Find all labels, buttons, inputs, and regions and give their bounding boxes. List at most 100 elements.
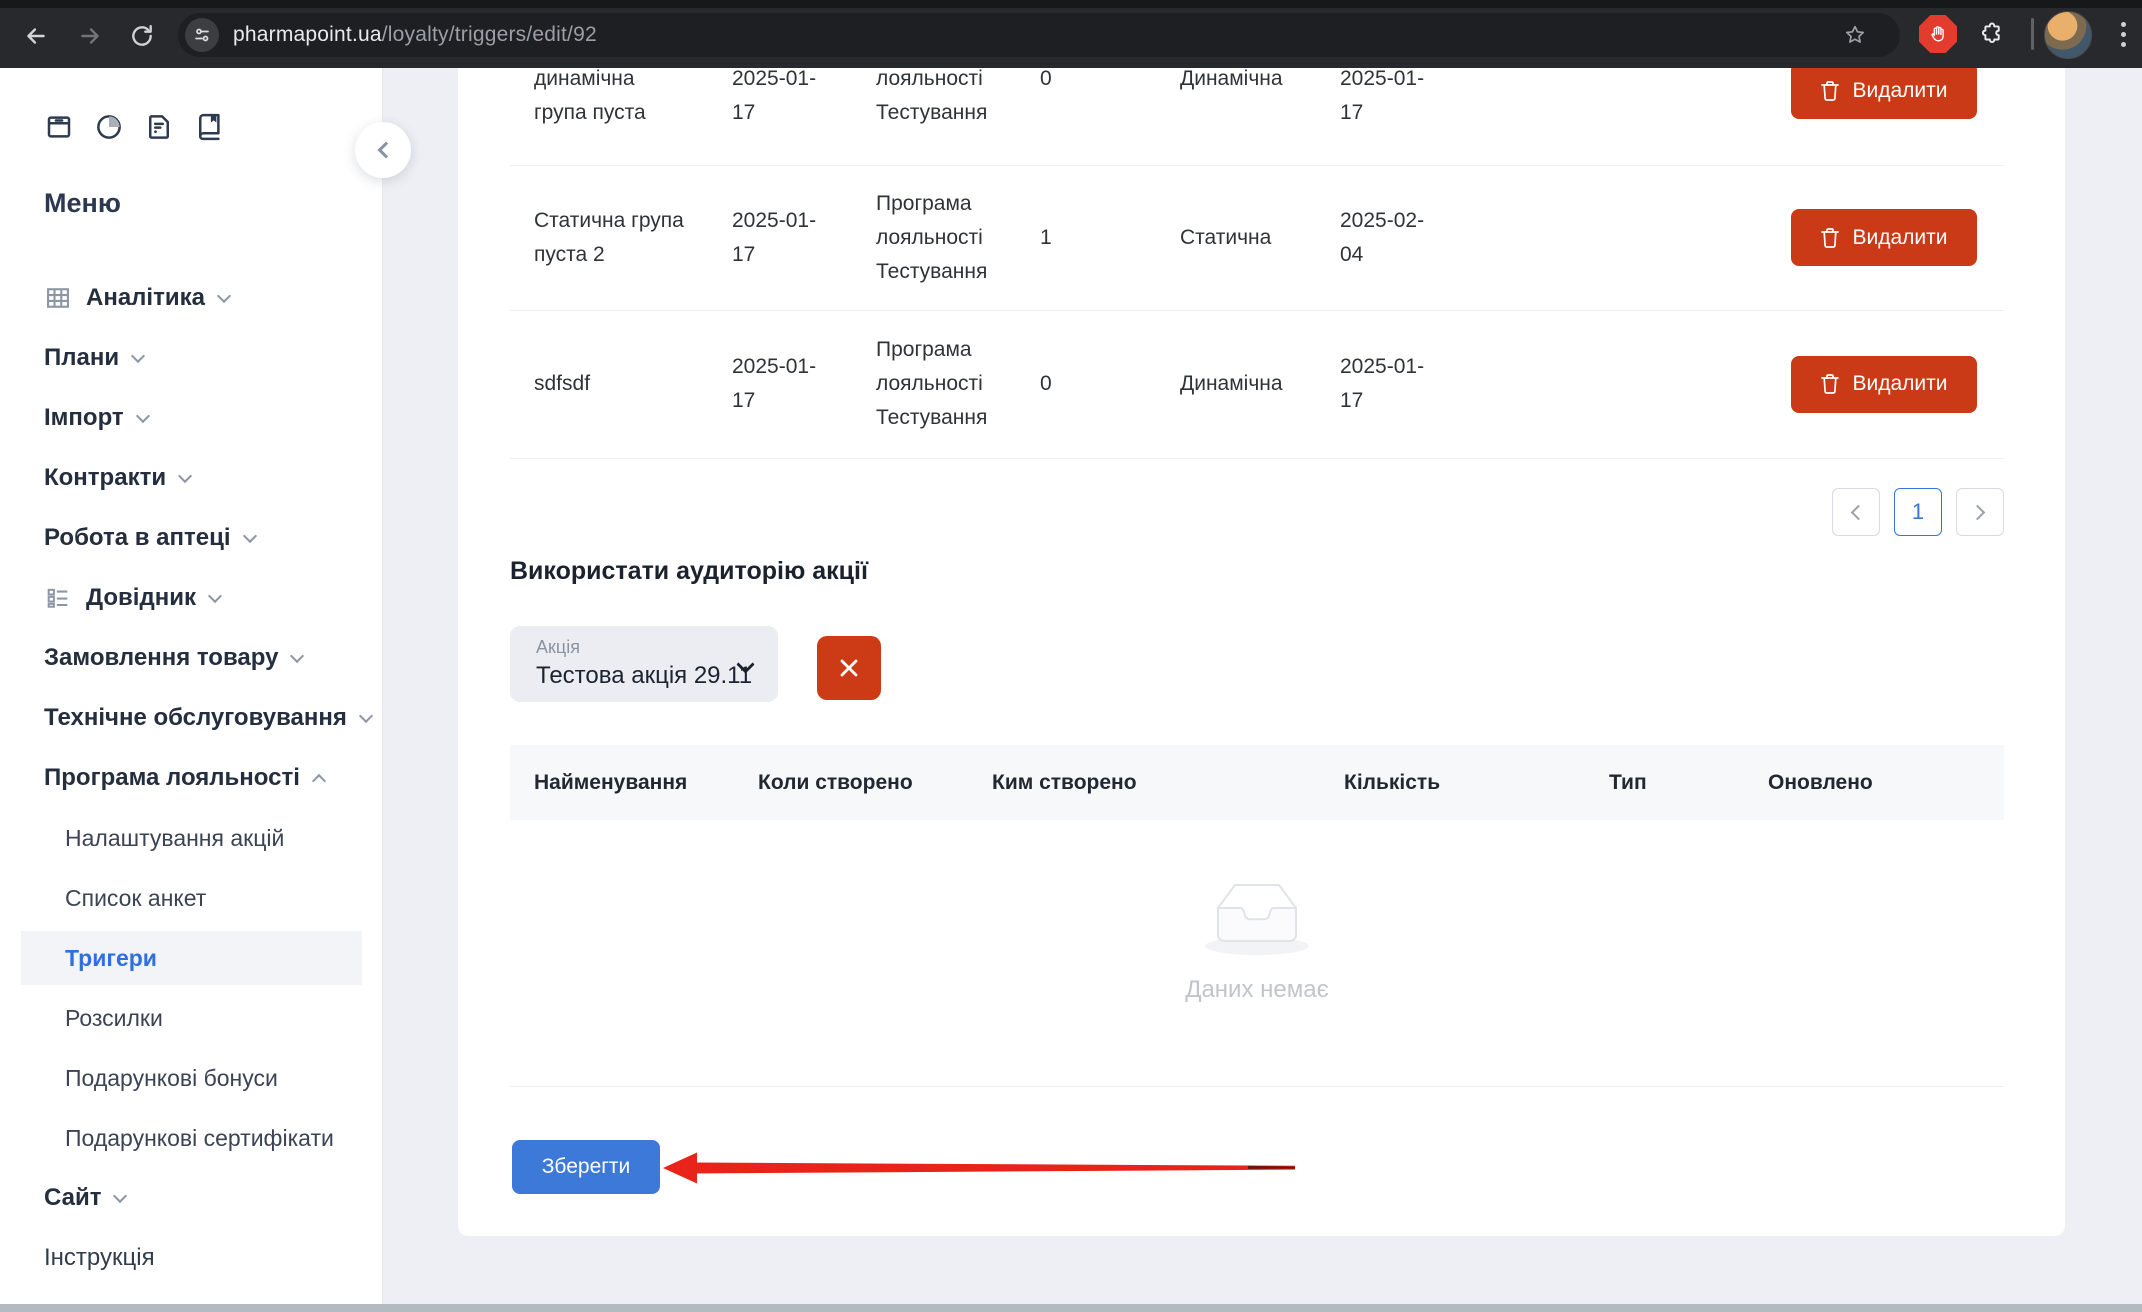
trash-icon [1820, 373, 1840, 395]
window-top-strip [0, 0, 2142, 8]
group-updated: 2025-02-04 [1340, 204, 1791, 272]
pie-chart-icon[interactable] [94, 112, 124, 142]
window-bottom-scrollbar[interactable] [0, 1304, 2142, 1312]
sidebar-item-podarunkovi-bonusy[interactable]: Подарункові бонуси [0, 1048, 383, 1108]
chevron-down-icon [217, 288, 231, 302]
table-grid-icon [44, 284, 74, 312]
site-info-icon[interactable] [185, 18, 219, 52]
trash-icon [1820, 227, 1840, 249]
column-header: Тип [1609, 771, 1768, 795]
book-icon[interactable] [194, 112, 224, 142]
sidebar-item-programa-loyalnosti[interactable]: Програма лояльності [0, 748, 383, 808]
audience-table-header: Найменування Коли створено Ким створено … [510, 745, 2004, 820]
sidebar-item-zamovlennya-tovaru[interactable]: Замовлення товару [0, 628, 383, 688]
chevron-right-icon [1970, 504, 1986, 520]
chevron-up-icon [312, 774, 326, 788]
section-divider [510, 1086, 2004, 1087]
column-header: Ким створено [992, 771, 1344, 795]
group-created: 2025-01-17 [732, 350, 876, 418]
extensions-puzzle-icon[interactable] [1972, 14, 2012, 54]
url-text[interactable]: pharmapoint.ua/loyalty/triggers/edit/92 [233, 23, 597, 47]
url-path: /loyalty/triggers/edit/92 [382, 23, 597, 46]
group-updated: 2025-01-17 [1340, 350, 1791, 418]
pagination: 1 [510, 488, 2004, 536]
back-icon[interactable] [14, 14, 58, 58]
sidebar-quick-icons [44, 112, 224, 142]
sidebar: Меню Аналітика Плани Імпорт Контракти Ро… [0, 68, 383, 1312]
adblock-extension-icon[interactable] [1916, 12, 1960, 56]
table-row: динамічна група пуста 2025-01-17 лояльно… [510, 68, 2004, 130]
sidebar-item-sait[interactable]: Сайт [0, 1168, 383, 1228]
column-header: Найменування [534, 771, 758, 795]
group-type: Динамічна [1180, 68, 1340, 96]
group-created: 2025-01-17 [732, 68, 876, 130]
delete-button[interactable]: Видалити [1791, 356, 1977, 413]
sidebar-item-spysok-anket[interactable]: Список анкет [0, 868, 383, 928]
sidebar-item-nalashtuvannya-akciy[interactable]: Налаштування акцій [0, 808, 383, 868]
forward-icon[interactable] [68, 14, 112, 58]
browser-menu-icon[interactable] [2106, 14, 2140, 54]
group-updated: 2025-01-17 [1340, 68, 1791, 130]
column-header: Кількість [1344, 771, 1609, 795]
sidebar-item-trygery[interactable]: Тригери [0, 928, 383, 988]
chevron-down-icon [242, 528, 256, 542]
column-header: Оновлено [1768, 771, 2004, 795]
archive-box-icon[interactable] [44, 112, 74, 142]
sidebar-item-podarunkovi-sertyfikaty[interactable]: Подарункові сертифікати [0, 1108, 383, 1168]
chevron-left-icon [1851, 504, 1867, 520]
section-title: Використати аудиторію акції [510, 557, 868, 586]
group-created: 2025-01-17 [732, 204, 876, 272]
sidebar-menu: Аналітика Плани Імпорт Контракти Робота … [0, 268, 383, 1288]
list-rows-icon [44, 584, 74, 612]
group-actions: Видалити [1791, 68, 2004, 119]
group-program: лояльності Тестування [876, 68, 1040, 130]
pagination-next-button[interactable] [1956, 488, 2004, 536]
group-name: sdfsdf [534, 367, 732, 401]
main-content-card: динамічна група пуста 2025-01-17 лояльно… [458, 68, 2065, 1236]
clear-selection-button[interactable] [817, 636, 881, 700]
chevron-down-icon [131, 348, 145, 362]
group-actions: Видалити [1791, 356, 2004, 413]
empty-state-text: Даних немає [510, 976, 2004, 1004]
column-header: Коли створено [758, 771, 992, 795]
sidebar-item-import[interactable]: Імпорт [0, 388, 383, 448]
table-row: Статична група пуста 2 2025-01-17 Програ… [510, 165, 2004, 310]
bookmark-star-icon[interactable] [1838, 18, 1872, 52]
action-select[interactable]: Акція Тестова акція 29.11 [510, 626, 778, 702]
trash-icon [1820, 80, 1840, 102]
profile-avatar[interactable] [2044, 11, 2092, 59]
group-type: Динамічна [1180, 367, 1340, 401]
annotation-arrow [663, 1149, 1295, 1187]
browser-topbar: pharmapoint.ua/loyalty/triggers/edit/92 [0, 0, 2142, 68]
pagination-page-1[interactable]: 1 [1894, 488, 1942, 536]
document-icon[interactable] [144, 112, 174, 142]
reload-icon[interactable] [120, 14, 164, 58]
delete-button[interactable]: Видалити [1791, 68, 1977, 119]
save-button[interactable]: Зберегти [512, 1140, 660, 1194]
group-type: Статична [1180, 221, 1340, 255]
sidebar-item-kontrakty[interactable]: Контракти [0, 448, 383, 508]
sidebar-item-instrukciya[interactable]: Інструкція [0, 1228, 383, 1288]
group-actions: Видалити [1791, 209, 2004, 266]
toolbar-separator [2031, 18, 2034, 50]
sidebar-item-rozsylky[interactable]: Розсилки [0, 988, 383, 1048]
sidebar-item-plany[interactable]: Плани [0, 328, 383, 388]
sidebar-item-robota-v-apteci[interactable]: Робота в аптеці [0, 508, 383, 568]
delete-button[interactable]: Видалити [1791, 209, 1977, 266]
sidebar-item-tehnichne-obslugovuvannya[interactable]: Технічне обслуговування [0, 688, 383, 748]
group-program: Програма лояльності Тестування [876, 333, 1040, 435]
chevron-down-icon [113, 1188, 127, 1202]
row-divider [510, 458, 2004, 459]
chevron-down-icon [359, 708, 373, 722]
screen: pharmapoint.ua/loyalty/triggers/edit/92 … [0, 0, 2142, 1312]
sidebar-item-analitika[interactable]: Аналітика [0, 268, 383, 328]
url-bar[interactable]: pharmapoint.ua/loyalty/triggers/edit/92 [178, 13, 1900, 57]
chevron-down-icon [290, 648, 304, 662]
chevron-down-icon [178, 468, 192, 482]
group-program: Програма лояльності Тестування [876, 187, 1040, 289]
pagination-prev-button[interactable] [1832, 488, 1880, 536]
empty-state: Даних немає [510, 863, 2004, 1004]
sidebar-collapse-button[interactable] [355, 122, 411, 178]
sidebar-item-dovidnyk[interactable]: Довідник [0, 568, 383, 628]
menu-title: Меню [44, 188, 121, 219]
